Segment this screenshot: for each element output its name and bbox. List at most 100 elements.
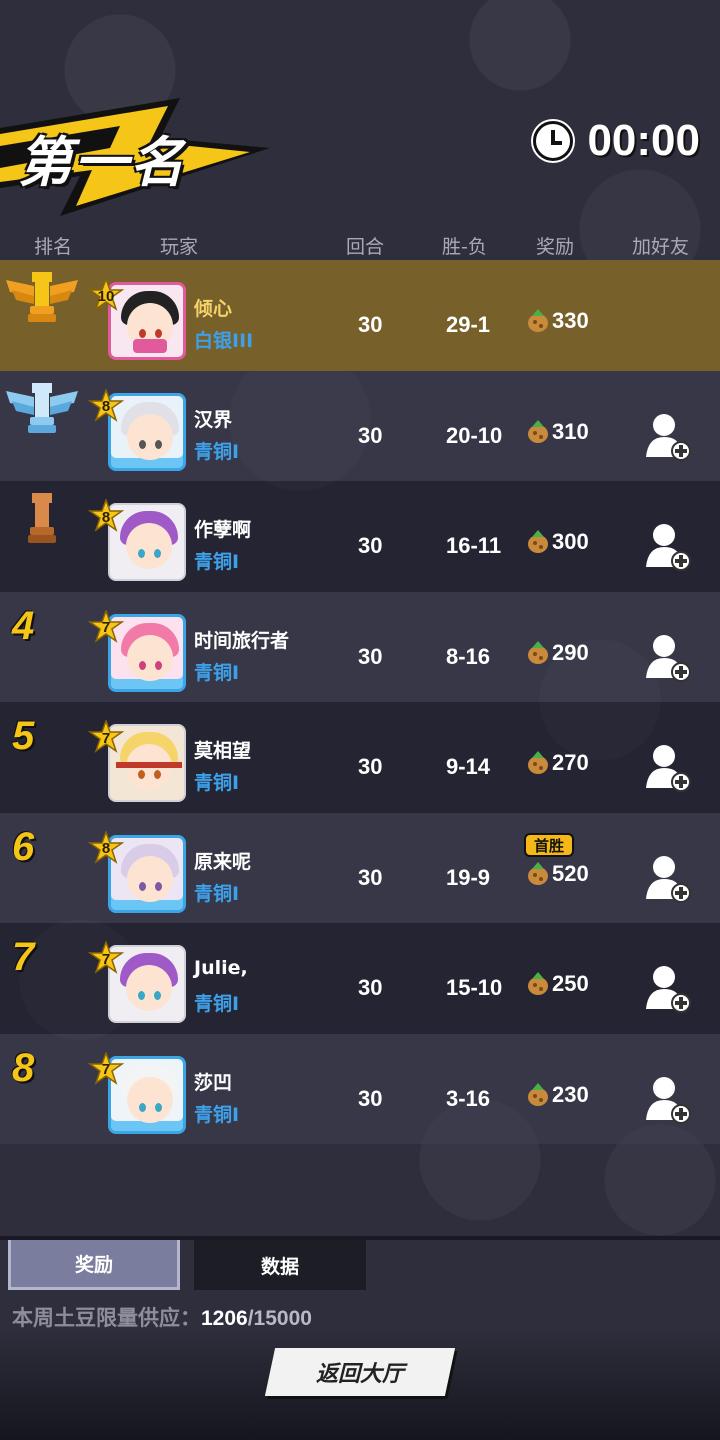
table-row[interactable]: 7 7 Julie, 青铜I 30 15-10 250 xyxy=(0,923,720,1034)
level-badge: 8 xyxy=(87,497,125,535)
first-win-badge: 首胜 xyxy=(524,832,575,857)
reward: 270 xyxy=(526,748,589,778)
gold-rook-icon xyxy=(6,272,78,322)
clock-icon xyxy=(533,121,574,161)
header-player: 玩家 xyxy=(160,236,199,258)
rounds-value: 30 xyxy=(358,533,383,558)
reward: 250 xyxy=(526,969,589,999)
player-tier: 白银III xyxy=(194,330,254,352)
player-tier: 青铜I xyxy=(194,551,240,573)
rounds-value: 30 xyxy=(358,864,383,890)
add-friend-icon[interactable] xyxy=(644,963,692,1013)
potato-icon xyxy=(528,309,548,332)
player-name: 汉界 xyxy=(194,408,233,431)
player-tier: 青铜I xyxy=(194,661,240,684)
win-loss-value: 9-14 xyxy=(446,754,491,779)
header-add-friend: 加好友 xyxy=(632,236,690,258)
table-row[interactable]: 8 作孽啊 青铜I 30 16-11 300 xyxy=(0,481,720,592)
player-tier: 青铜I xyxy=(194,1103,240,1126)
add-friend-icon[interactable] xyxy=(644,1074,692,1124)
win-loss-value: 29-1 xyxy=(446,312,491,337)
supply-max: /15000 xyxy=(247,1307,312,1330)
player-tier: 青铜I xyxy=(194,882,240,905)
header-win-loss: 胜-负 xyxy=(442,236,487,258)
column-headers: 排名 玩家 回合 胜-负 奖励 加好友 xyxy=(0,230,720,260)
header-rounds: 回合 xyxy=(346,236,385,258)
reward: 520 xyxy=(526,859,589,889)
level-badge: 7 xyxy=(87,939,125,977)
potato-icon xyxy=(528,530,548,553)
add-friend-icon[interactable] xyxy=(644,632,692,682)
reward-value: 330 xyxy=(552,308,589,333)
win-loss-value: 19-9 xyxy=(446,864,491,890)
timer: 00:00 xyxy=(533,116,700,166)
player-name: 原来呢 xyxy=(194,850,252,873)
table-row[interactable]: 8 7 莎凹 青铜I 30 3-16 230 xyxy=(0,1033,720,1144)
reward: 300 xyxy=(526,527,589,557)
rounds-value: 30 xyxy=(358,1085,383,1111)
supply-label: 本周土豆限量供应： xyxy=(12,1306,201,1330)
player-tier: 青铜I xyxy=(194,440,240,463)
timer-text: 00:00 xyxy=(587,116,700,165)
tab-rewards[interactable]: 奖励 xyxy=(8,1240,180,1290)
back-to-lobby-button[interactable]: 返回大厅 xyxy=(264,1348,456,1396)
table-row[interactable]: 10 倾心 白银III 30 29-1 330 xyxy=(0,260,720,371)
leaderboard: 10 倾心 白银III 30 29-1 330 8 汉界 青铜I 30 20-1… xyxy=(0,260,720,1144)
player-name: 时间旅行者 xyxy=(194,629,290,652)
bronze-rook-icon xyxy=(28,493,56,543)
win-loss-value: 16-11 xyxy=(446,533,502,558)
reward: 310 xyxy=(526,417,589,447)
win-loss-value: 8-16 xyxy=(446,643,491,669)
potato-icon xyxy=(528,861,548,885)
level-badge: 8 xyxy=(87,829,125,867)
table-row[interactable]: 5 7 莫相望 青铜I 30 9-14 270 xyxy=(0,702,720,813)
level-badge: 7 xyxy=(87,718,125,756)
table-row[interactable]: 8 汉界 青铜I 30 20-10 310 xyxy=(0,370,720,481)
reward: 290 xyxy=(526,638,589,668)
level-badge: 10 xyxy=(87,276,125,314)
level-badge: 8 xyxy=(87,387,125,425)
silver-rook-icon xyxy=(6,382,78,433)
table-row[interactable]: 6 8 原来呢 青铜I 30 19-9 首胜 520 xyxy=(0,812,720,923)
level-badge: 7 xyxy=(87,608,125,646)
win-loss-value: 20-10 xyxy=(446,422,503,448)
level-badge: 7 xyxy=(87,1050,125,1088)
add-friend-icon[interactable] xyxy=(644,742,692,792)
add-friend-icon[interactable] xyxy=(644,521,692,571)
reward-value: 270 xyxy=(552,750,589,775)
win-loss-value: 3-16 xyxy=(446,1085,491,1111)
reward: 230 xyxy=(526,1080,589,1110)
reward-value: 300 xyxy=(552,529,589,554)
supply-current: 1206 xyxy=(201,1307,248,1330)
player-name: 作孽啊 xyxy=(194,519,252,541)
add-friend-icon[interactable] xyxy=(644,853,692,903)
header-rank: 排名 xyxy=(34,236,73,258)
reward-value: 250 xyxy=(552,971,589,996)
potato-icon xyxy=(528,419,548,443)
rank-number: 4 xyxy=(12,603,35,648)
potato-supply: 本周土豆限量供应：1206/15000 xyxy=(12,1302,312,1332)
reward-value: 290 xyxy=(552,639,589,665)
reward-value: 230 xyxy=(552,1081,589,1107)
potato-icon xyxy=(528,751,548,774)
rounds-value: 30 xyxy=(358,312,383,337)
placement-title: 第一名 xyxy=(18,131,186,194)
player-tier: 青铜I xyxy=(194,993,240,1015)
potato-icon xyxy=(528,640,548,664)
potato-icon xyxy=(528,972,548,995)
win-loss-value: 15-10 xyxy=(446,975,503,1000)
player-name: 倾心 xyxy=(194,298,233,320)
player-tier: 青铜I xyxy=(194,772,240,794)
rank-number: 8 xyxy=(12,1045,35,1090)
reward: 330 xyxy=(526,306,589,336)
rank-number: 6 xyxy=(12,824,35,869)
player-name: 莎凹 xyxy=(194,1071,233,1094)
add-friend-icon[interactable] xyxy=(644,411,692,461)
rounds-value: 30 xyxy=(358,643,383,669)
back-to-lobby-label: 返回大厅 xyxy=(315,1362,404,1387)
rank-number: 7 xyxy=(12,935,35,979)
reward-value: 520 xyxy=(552,860,589,886)
rounds-value: 30 xyxy=(358,422,383,448)
table-row[interactable]: 4 7 时间旅行者 青铜I 30 8-16 290 xyxy=(0,591,720,702)
tab-data[interactable]: 数据 xyxy=(194,1240,366,1290)
